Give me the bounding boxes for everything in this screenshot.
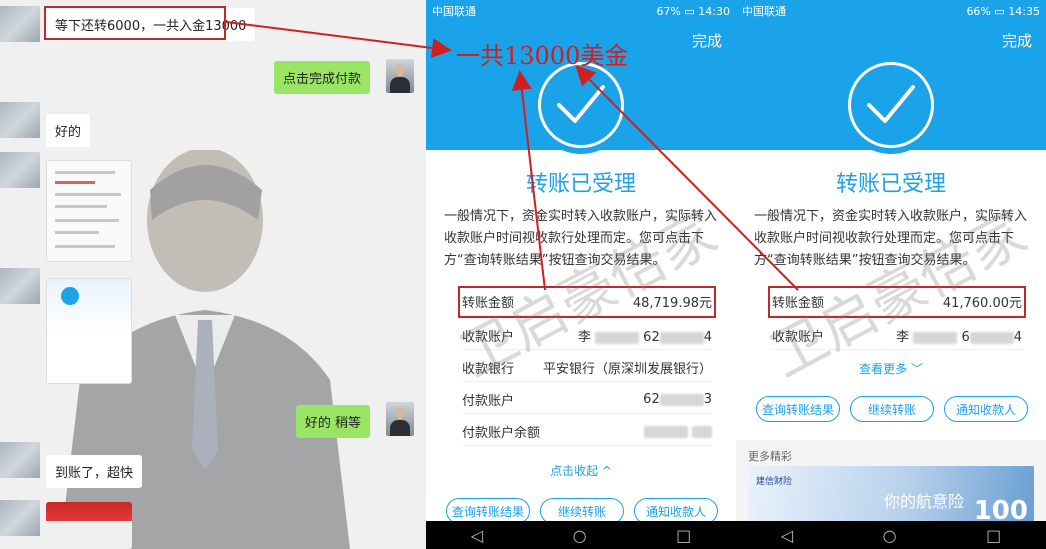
- payer-account-row: 付款账户 62 3: [462, 386, 712, 414]
- contact-avatar[interactable]: [0, 268, 40, 304]
- result-title: 转账已受理: [835, 172, 946, 197]
- done-button[interactable]: 完成: [692, 30, 722, 51]
- done-button[interactable]: 完成: [1002, 30, 1032, 51]
- contact-avatar[interactable]: [0, 500, 40, 536]
- insurance-ad-banner[interactable]: 建信财险 你的航意险 100: [748, 466, 1034, 522]
- self-avatar[interactable]: [386, 402, 414, 436]
- result-title: 转账已受理: [525, 172, 636, 197]
- chat-message: 到账了，超快: [46, 455, 143, 488]
- transfer-result-screen-2: 中国联通 66% ▭ 14:35 完成 转账已受理 一般情况下，资金实时转入收款…: [736, 0, 1046, 549]
- banner-slogan: 你的航意险: [883, 492, 964, 511]
- continue-transfer-button[interactable]: 继续转账: [850, 396, 934, 422]
- check-circle-icon: [538, 62, 624, 148]
- payee-account-row: 收款账户 李 62 4: [462, 322, 712, 350]
- document-image-thumbnail[interactable]: [46, 160, 132, 262]
- chat-message: 好的 稍等: [295, 405, 370, 438]
- chat-message: 好的: [46, 114, 91, 147]
- transfer-screenshot-thumbnail[interactable]: [46, 278, 132, 384]
- image-thumbnail[interactable]: [46, 502, 132, 549]
- result-description: 一般情况下，资金实时转入收款账户，实际转入收款账户时间视收款行处理而定。您可点击…: [754, 209, 1028, 268]
- more-section: 更多精彩 建信财险 你的航意险 100: [736, 440, 1046, 530]
- status-bar: 中国联通 66% ▭ 14:35: [736, 0, 1046, 22]
- status-bar: 中国联通 67% ▭ 14:30: [426, 0, 736, 22]
- contact-avatar[interactable]: [0, 102, 40, 138]
- notify-payee-button[interactable]: 通知收款人: [944, 396, 1028, 422]
- highlight-box: [768, 286, 1026, 318]
- contact-avatar[interactable]: [0, 442, 40, 478]
- highlight-box: [44, 6, 226, 40]
- banner-logo: 建信财险: [756, 477, 793, 487]
- clock: 14:30: [698, 4, 730, 18]
- battery-icon: ▭: [684, 4, 695, 18]
- battery-icon: ▭: [994, 4, 1005, 18]
- section-header: 更多精彩: [748, 450, 792, 463]
- chat-message: 点击完成付款: [273, 61, 370, 94]
- query-result-button[interactable]: 查询转账结果: [756, 396, 840, 422]
- android-nav-bar: ◁ ○ □: [736, 521, 1046, 549]
- chat-panel: 等下还转6000，一共入金13000 点击完成付款 好的 好的 稍等 到账了，超…: [0, 0, 426, 549]
- payee-bank-row: 收款银行 平安银行（原深圳发展银行）: [462, 354, 712, 382]
- recent-square-icon[interactable]: □: [986, 526, 1001, 545]
- back-triangle-icon[interactable]: ◁: [781, 526, 793, 545]
- check-circle-icon: [848, 62, 934, 148]
- recent-square-icon[interactable]: □: [676, 526, 691, 545]
- android-nav-bar: ◁ ○ □: [426, 521, 736, 549]
- result-description: 一般情况下，资金实时转入收款账户，实际转入收款账户时间视收款行处理而定。您可点击…: [444, 209, 718, 268]
- home-circle-icon[interactable]: ○: [883, 526, 897, 545]
- clock: 14:35: [1008, 4, 1040, 18]
- battery-level: 67%: [656, 4, 681, 18]
- contact-avatar[interactable]: [0, 6, 40, 42]
- contact-avatar[interactable]: [0, 152, 40, 188]
- transfer-result-screen-1: 中国联通 67% ▭ 14:30 完成 转账已受理 一般情况下，资金实时转入收款…: [426, 0, 736, 549]
- annotation-text: 一共13000美金: [456, 42, 629, 70]
- payer-balance-row: 付款账户余额: [462, 418, 712, 446]
- battery-level: 66%: [966, 4, 991, 18]
- banner-number: 100: [973, 496, 1028, 522]
- show-more-link[interactable]: 查看更多 ﹀: [736, 360, 1046, 377]
- home-circle-icon[interactable]: ○: [573, 526, 587, 545]
- payee-account-row: 收款账户 李 64: [772, 322, 1022, 350]
- self-avatar[interactable]: [386, 59, 414, 93]
- collapse-link[interactable]: 点击收起 ^: [426, 462, 736, 479]
- carrier-label: 中国联通: [432, 5, 476, 18]
- carrier-label: 中国联通: [742, 5, 786, 18]
- back-triangle-icon[interactable]: ◁: [471, 526, 483, 545]
- highlight-box: [458, 286, 716, 318]
